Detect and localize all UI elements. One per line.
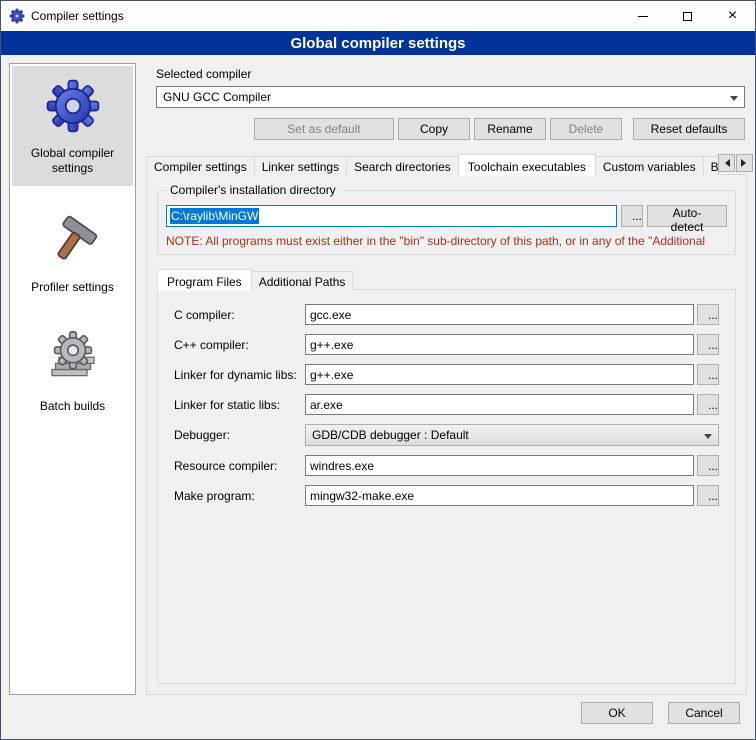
minimize-icon bbox=[638, 16, 648, 17]
debugger-label: Debugger: bbox=[174, 428, 302, 442]
toolchain-executables-panel: Compiler's installation directory C:\ray… bbox=[146, 174, 747, 695]
resource-compiler-label: Resource compiler: bbox=[174, 459, 302, 473]
make-program-label: Make program: bbox=[174, 489, 302, 503]
main-area: Selected compiler GNU GCC Compiler Set a… bbox=[146, 63, 747, 695]
sidebar-item-global-compiler-settings[interactable]: Global compiler settings bbox=[12, 66, 133, 186]
tab-custom-variables[interactable]: Custom variables bbox=[595, 156, 704, 175]
make-program-input[interactable] bbox=[305, 485, 694, 506]
tab-program-files[interactable]: Program Files bbox=[157, 269, 252, 291]
chevron-down-icon bbox=[730, 96, 738, 105]
field-row-debugger: Debugger: GDB/CDB debugger : Default bbox=[174, 424, 719, 446]
program-files-panel: C compiler: ... C++ compiler: ... Linker… bbox=[157, 289, 736, 684]
tab-scroll-right-button[interactable] bbox=[736, 154, 753, 172]
selected-compiler-label: Selected compiler bbox=[156, 67, 745, 81]
c-compiler-input[interactable] bbox=[305, 304, 694, 325]
blue-gear-icon bbox=[41, 74, 105, 138]
compiler-buttons-row: Set as default Copy Rename Delete Reset … bbox=[156, 118, 745, 140]
cpp-compiler-input[interactable] bbox=[305, 334, 694, 355]
field-row-c-compiler: C compiler: ... bbox=[174, 304, 719, 325]
compiler-settings-window: Compiler settings × Global compiler sett… bbox=[0, 0, 756, 740]
window-controls: × bbox=[620, 1, 755, 31]
tab-scroll-arrows bbox=[718, 154, 753, 172]
install-dir-browse-button[interactable]: ... bbox=[621, 205, 643, 227]
debugger-value: GDB/CDB debugger : Default bbox=[312, 428, 469, 442]
sidebar-item-batch-builds[interactable]: Batch builds bbox=[12, 319, 133, 424]
field-row-static-linker: Linker for static libs: ... bbox=[174, 394, 719, 415]
sidebar-item-label: Batch builds bbox=[40, 399, 105, 414]
tab-additional-paths[interactable]: Additional Paths bbox=[251, 271, 354, 290]
debugger-dropdown[interactable]: GDB/CDB debugger : Default bbox=[305, 424, 719, 446]
arrow-right-icon bbox=[741, 159, 750, 167]
tab-linker-settings[interactable]: Linker settings bbox=[254, 156, 347, 175]
rename-button[interactable]: Rename bbox=[474, 118, 546, 140]
cancel-button[interactable]: Cancel bbox=[668, 702, 740, 724]
static-linker-input[interactable] bbox=[305, 394, 694, 415]
maximize-icon bbox=[683, 12, 692, 21]
c-compiler-label: C compiler: bbox=[174, 308, 302, 322]
tab-search-directories[interactable]: Search directories bbox=[346, 156, 459, 175]
settings-sidebar: Global compiler settings Profiler settin… bbox=[9, 63, 136, 695]
bin-subdirectory-note: NOTE: All programs must exist either in … bbox=[166, 234, 727, 248]
set-as-default-button[interactable]: Set as default bbox=[254, 118, 394, 140]
field-row-make-program: Make program: ... bbox=[174, 485, 719, 506]
delete-button[interactable]: Delete bbox=[550, 118, 622, 140]
make-program-browse-button[interactable]: ... bbox=[697, 485, 719, 506]
selected-compiler-value: GNU GCC Compiler bbox=[163, 90, 271, 104]
app-gear-icon bbox=[9, 8, 25, 24]
tab-build-options[interactable]: Buil bbox=[703, 156, 719, 175]
install-dir-value: C:\raylib\MinGW bbox=[170, 208, 259, 224]
dynamic-linker-input[interactable] bbox=[305, 364, 694, 385]
tab-toolchain-executables[interactable]: Toolchain executables bbox=[458, 154, 596, 176]
maximize-button[interactable] bbox=[665, 1, 710, 31]
sidebar-item-profiler-settings[interactable]: Profiler settings bbox=[12, 200, 133, 305]
tab-scroll-left-button[interactable] bbox=[718, 154, 735, 172]
settings-tabs: Compiler settings Linker settings Search… bbox=[146, 154, 747, 175]
close-icon: × bbox=[728, 8, 737, 24]
window-title: Compiler settings bbox=[31, 9, 124, 23]
selected-compiler-dropdown[interactable]: GNU GCC Compiler bbox=[156, 86, 745, 108]
auto-detect-button[interactable]: Auto-detect bbox=[647, 205, 727, 227]
program-files-tabs: Program Files Additional Paths bbox=[157, 269, 736, 290]
page-title: Global compiler settings bbox=[1, 31, 755, 55]
installation-directory-group-title: Compiler's installation directory bbox=[166, 183, 340, 197]
ok-button[interactable]: OK bbox=[581, 702, 653, 724]
close-button[interactable]: × bbox=[710, 1, 755, 31]
installation-directory-group: Compiler's installation directory C:\ray… bbox=[157, 190, 736, 255]
chevron-down-icon bbox=[704, 434, 712, 443]
titlebar[interactable]: Compiler settings × bbox=[1, 1, 755, 31]
dynamic-linker-browse-button[interactable]: ... bbox=[697, 364, 719, 385]
field-row-resource-compiler: Resource compiler: ... bbox=[174, 455, 719, 476]
install-dir-input[interactable]: C:\raylib\MinGW bbox=[166, 205, 617, 227]
static-linker-label: Linker for static libs: bbox=[174, 398, 302, 412]
sidebar-item-label: Global compiler settings bbox=[14, 146, 131, 176]
tab-compiler-settings[interactable]: Compiler settings bbox=[146, 156, 255, 175]
resource-compiler-browse-button[interactable]: ... bbox=[697, 455, 719, 476]
cpp-compiler-browse-button[interactable]: ... bbox=[697, 334, 719, 355]
static-linker-browse-button[interactable]: ... bbox=[697, 394, 719, 415]
profiler-hammer-icon bbox=[41, 208, 105, 272]
dialog-footer: OK Cancel bbox=[1, 695, 755, 739]
dialog-content: Global compiler settings Profiler settin… bbox=[1, 55, 755, 695]
installation-directory-row: C:\raylib\MinGW ... Auto-detect bbox=[166, 205, 727, 227]
copy-button[interactable]: Copy bbox=[398, 118, 470, 140]
field-row-cpp-compiler: C++ compiler: ... bbox=[174, 334, 719, 355]
reset-defaults-button[interactable]: Reset defaults bbox=[633, 118, 745, 140]
minimize-button[interactable] bbox=[620, 1, 665, 31]
arrow-left-icon bbox=[721, 159, 730, 167]
sidebar-item-label: Profiler settings bbox=[31, 280, 114, 295]
field-row-dynamic-linker: Linker for dynamic libs: ... bbox=[174, 364, 719, 385]
cpp-compiler-label: C++ compiler: bbox=[174, 338, 302, 352]
gray-gear-stack-icon bbox=[41, 327, 105, 391]
compiler-selection-section: Selected compiler GNU GCC Compiler Set a… bbox=[146, 63, 747, 140]
c-compiler-browse-button[interactable]: ... bbox=[697, 304, 719, 325]
resource-compiler-input[interactable] bbox=[305, 455, 694, 476]
dynamic-linker-label: Linker for dynamic libs: bbox=[174, 368, 302, 382]
